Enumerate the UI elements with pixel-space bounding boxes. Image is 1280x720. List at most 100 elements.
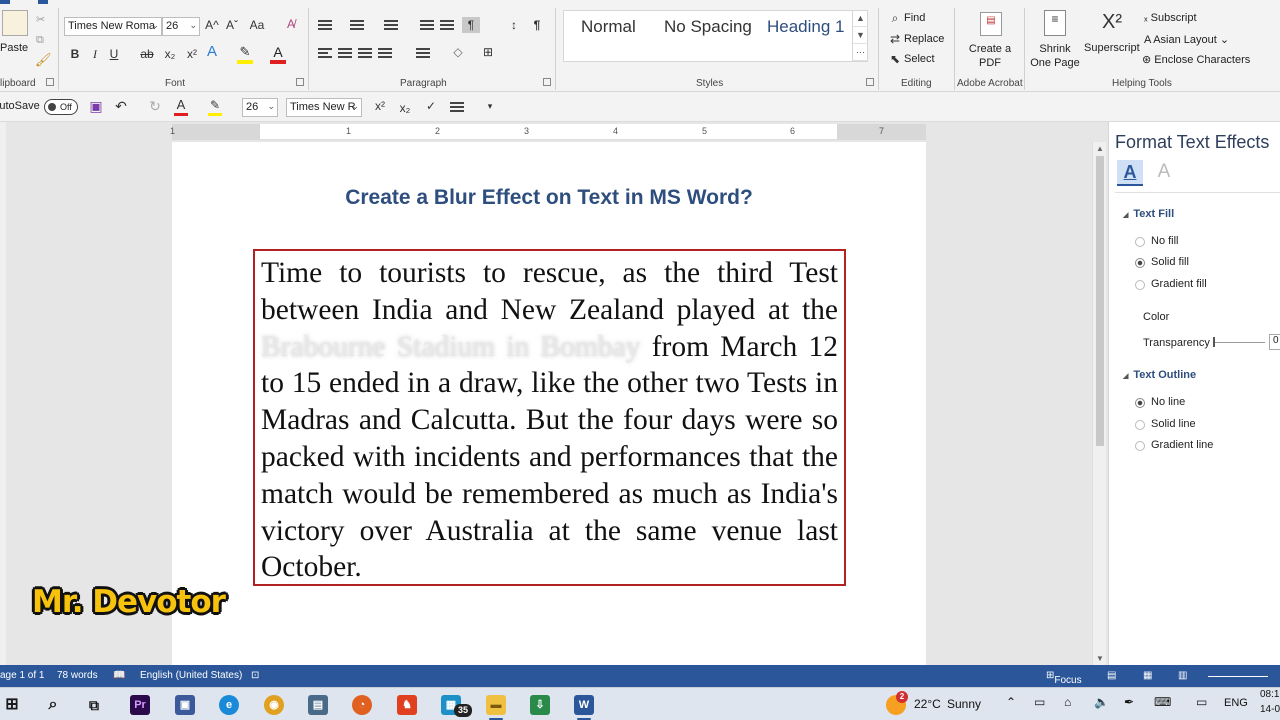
scroll-up-icon[interactable]: ▲ [1093, 144, 1107, 153]
radio-no-line[interactable]: No line [1135, 396, 1185, 408]
shrink-one-page-button[interactable]: Shrink One Page [1028, 42, 1082, 70]
align-left-icon[interactable] [318, 48, 332, 60]
text-box[interactable]: Time to tourists to rescue, as the third… [253, 249, 846, 586]
font-color-qat-icon[interactable]: A [174, 97, 188, 116]
read-mode-icon[interactable]: ▤ [1107, 670, 1116, 681]
subscript-button[interactable]: x₂ [162, 46, 178, 62]
underline-button[interactable]: U [107, 46, 121, 62]
cut-icon[interactable]: ✂ [36, 12, 45, 28]
document-page[interactable]: Create a Blur Effect on Text in MS Word?… [172, 142, 926, 665]
spelling-icon[interactable]: ✓ [423, 98, 439, 114]
style-normal[interactable]: Normal [581, 17, 636, 37]
radio-gradient-fill[interactable]: Gradient fill [1135, 278, 1207, 290]
grow-font-button[interactable]: A^ [204, 17, 220, 33]
text-effects-icon[interactable]: A [204, 44, 220, 60]
display-icon[interactable]: ▭ [1196, 695, 1207, 709]
paste-button[interactable]: Paste [0, 42, 28, 54]
text-fill-section[interactable]: Text Fill [1123, 208, 1174, 220]
search-icon[interactable]: ⌕ [43, 695, 63, 715]
shrink-font-button[interactable]: Aˇ [224, 17, 240, 33]
styles-scroll[interactable]: ▲ ▼ ⋯ [852, 10, 868, 62]
styles-launcher[interactable] [866, 78, 874, 86]
bullets-icon[interactable] [318, 20, 332, 32]
text-effects-tab-icon[interactable]: A [1151, 160, 1177, 186]
clock-date[interactable]: 14-0 [1260, 704, 1280, 715]
find-button[interactable]: Find [904, 12, 925, 24]
network-icon[interactable]: ⌂ [1064, 695, 1071, 709]
zoom-slider[interactable] [1208, 676, 1268, 677]
strikethrough-button[interactable]: ab [139, 46, 155, 62]
app-icon[interactable]: ⇩ [530, 695, 550, 715]
customize-qat-icon[interactable]: ▾ [484, 98, 496, 114]
more-styles-icon[interactable]: ⋯ [853, 44, 868, 61]
file-explorer-icon[interactable]: ▬ [486, 695, 506, 715]
paste-icon[interactable] [2, 10, 28, 36]
brave-icon[interactable]: ♞ [397, 695, 417, 715]
keyboard-icon[interactable]: ⌨ [1154, 695, 1171, 709]
app-icon[interactable]: ▤ [308, 695, 328, 715]
horizontal-ruler[interactable]: 1 1 2 3 4 5 6 7 [170, 124, 926, 140]
chrome-icon[interactable]: ◉ [264, 695, 284, 715]
select-icon[interactable]: ⬉ [888, 51, 902, 67]
premiere-icon[interactable]: Pr [130, 695, 150, 715]
superscript-button[interactable]: x² [184, 46, 200, 62]
highlight-icon[interactable]: ✎ [237, 44, 253, 64]
line-spacing-icon[interactable] [416, 48, 430, 60]
radio-solid-fill[interactable]: Solid fill [1135, 256, 1189, 268]
windows-start-icon[interactable]: ⊞ [2, 695, 22, 715]
text-outline-section[interactable]: Text Outline [1123, 369, 1196, 381]
font-size-combo[interactable]: 26 ⌄ [162, 17, 200, 36]
body-paragraph[interactable]: Time to tourists to rescue, as the third… [261, 255, 838, 586]
font-size-qat-combo[interactable]: 26 ⌄ [242, 98, 278, 117]
style-no-spacing[interactable]: No Spacing [664, 17, 754, 37]
superscript-big-button[interactable]: Superscript [1084, 42, 1140, 54]
scroll-down-icon[interactable]: ▼ [1093, 654, 1107, 663]
copy-icon[interactable]: ⧉ [36, 32, 44, 48]
vertical-scrollbar[interactable]: ▲ ▼ [1092, 142, 1106, 665]
edge-icon[interactable]: e [219, 695, 239, 715]
transparency-input[interactable]: 0 [1269, 334, 1280, 350]
pen-icon[interactable]: ✒ [1124, 695, 1134, 709]
align-center-icon[interactable] [338, 48, 352, 60]
align-right-icon[interactable] [358, 48, 372, 60]
weather-desc[interactable]: Sunny [947, 697, 981, 711]
save-icon[interactable]: ▣ [88, 98, 104, 114]
borders-icon[interactable]: ⊞ [480, 44, 496, 60]
ltr-text-icon[interactable]: ¶ [462, 17, 480, 33]
sort-icon[interactable]: ↕ [506, 17, 522, 33]
font-launcher[interactable] [296, 78, 304, 86]
tray-icon[interactable]: ▭ [1034, 695, 1045, 709]
font-name-combo[interactable]: Times New Roma ⌄ [64, 17, 162, 36]
accessibility-icon[interactable]: ⊡ [251, 670, 259, 681]
app-icon[interactable]: ▣ [175, 695, 195, 715]
redo-icon[interactable]: ↻ [147, 98, 163, 114]
pdf-icon[interactable]: ▤ [980, 12, 1002, 36]
format-painter-icon[interactable]: 🖌 [35, 52, 52, 68]
superscript-big-icon[interactable]: X² [1100, 12, 1124, 32]
font-color-icon[interactable]: A [270, 44, 286, 64]
enclose-characters-button[interactable]: ⊛ Enclose Characters [1142, 53, 1250, 66]
web-layout-icon[interactable]: ▥ [1178, 670, 1187, 681]
numbering-icon[interactable] [350, 20, 364, 32]
volume-icon[interactable]: 🔈 [1094, 695, 1109, 709]
scroll-thumb[interactable] [1096, 156, 1104, 446]
focus-button[interactable]: ⊞ Focus [1046, 670, 1082, 686]
select-button[interactable]: Select [904, 53, 935, 65]
weather-temp[interactable]: 22°C [914, 697, 941, 711]
create-pdf-button[interactable]: Create a PDF [962, 42, 1018, 70]
superscript-qat-icon[interactable]: x² [373, 98, 387, 114]
find-icon[interactable]: ⌕ [888, 10, 902, 26]
multilevel-list-icon[interactable] [384, 20, 398, 32]
justify-icon[interactable] [378, 48, 392, 60]
clipboard-launcher[interactable] [46, 78, 54, 86]
document-title[interactable]: Create a Blur Effect on Text in MS Word? [172, 186, 926, 210]
autosave-toggle[interactable]: Off [44, 99, 78, 115]
text-fill-outline-tab-icon[interactable]: A [1117, 160, 1143, 186]
style-heading-1[interactable]: Heading 1 [767, 17, 845, 37]
replace-icon[interactable]: ⇄ [888, 31, 902, 47]
input-language[interactable]: ENG [1224, 697, 1248, 709]
radio-gradient-line[interactable]: Gradient line [1135, 439, 1213, 451]
shrink-page-icon[interactable]: ≡ [1044, 10, 1066, 36]
clear-formatting-icon[interactable]: A̸ [282, 16, 300, 32]
firefox-icon[interactable]: ◔ [352, 695, 372, 715]
